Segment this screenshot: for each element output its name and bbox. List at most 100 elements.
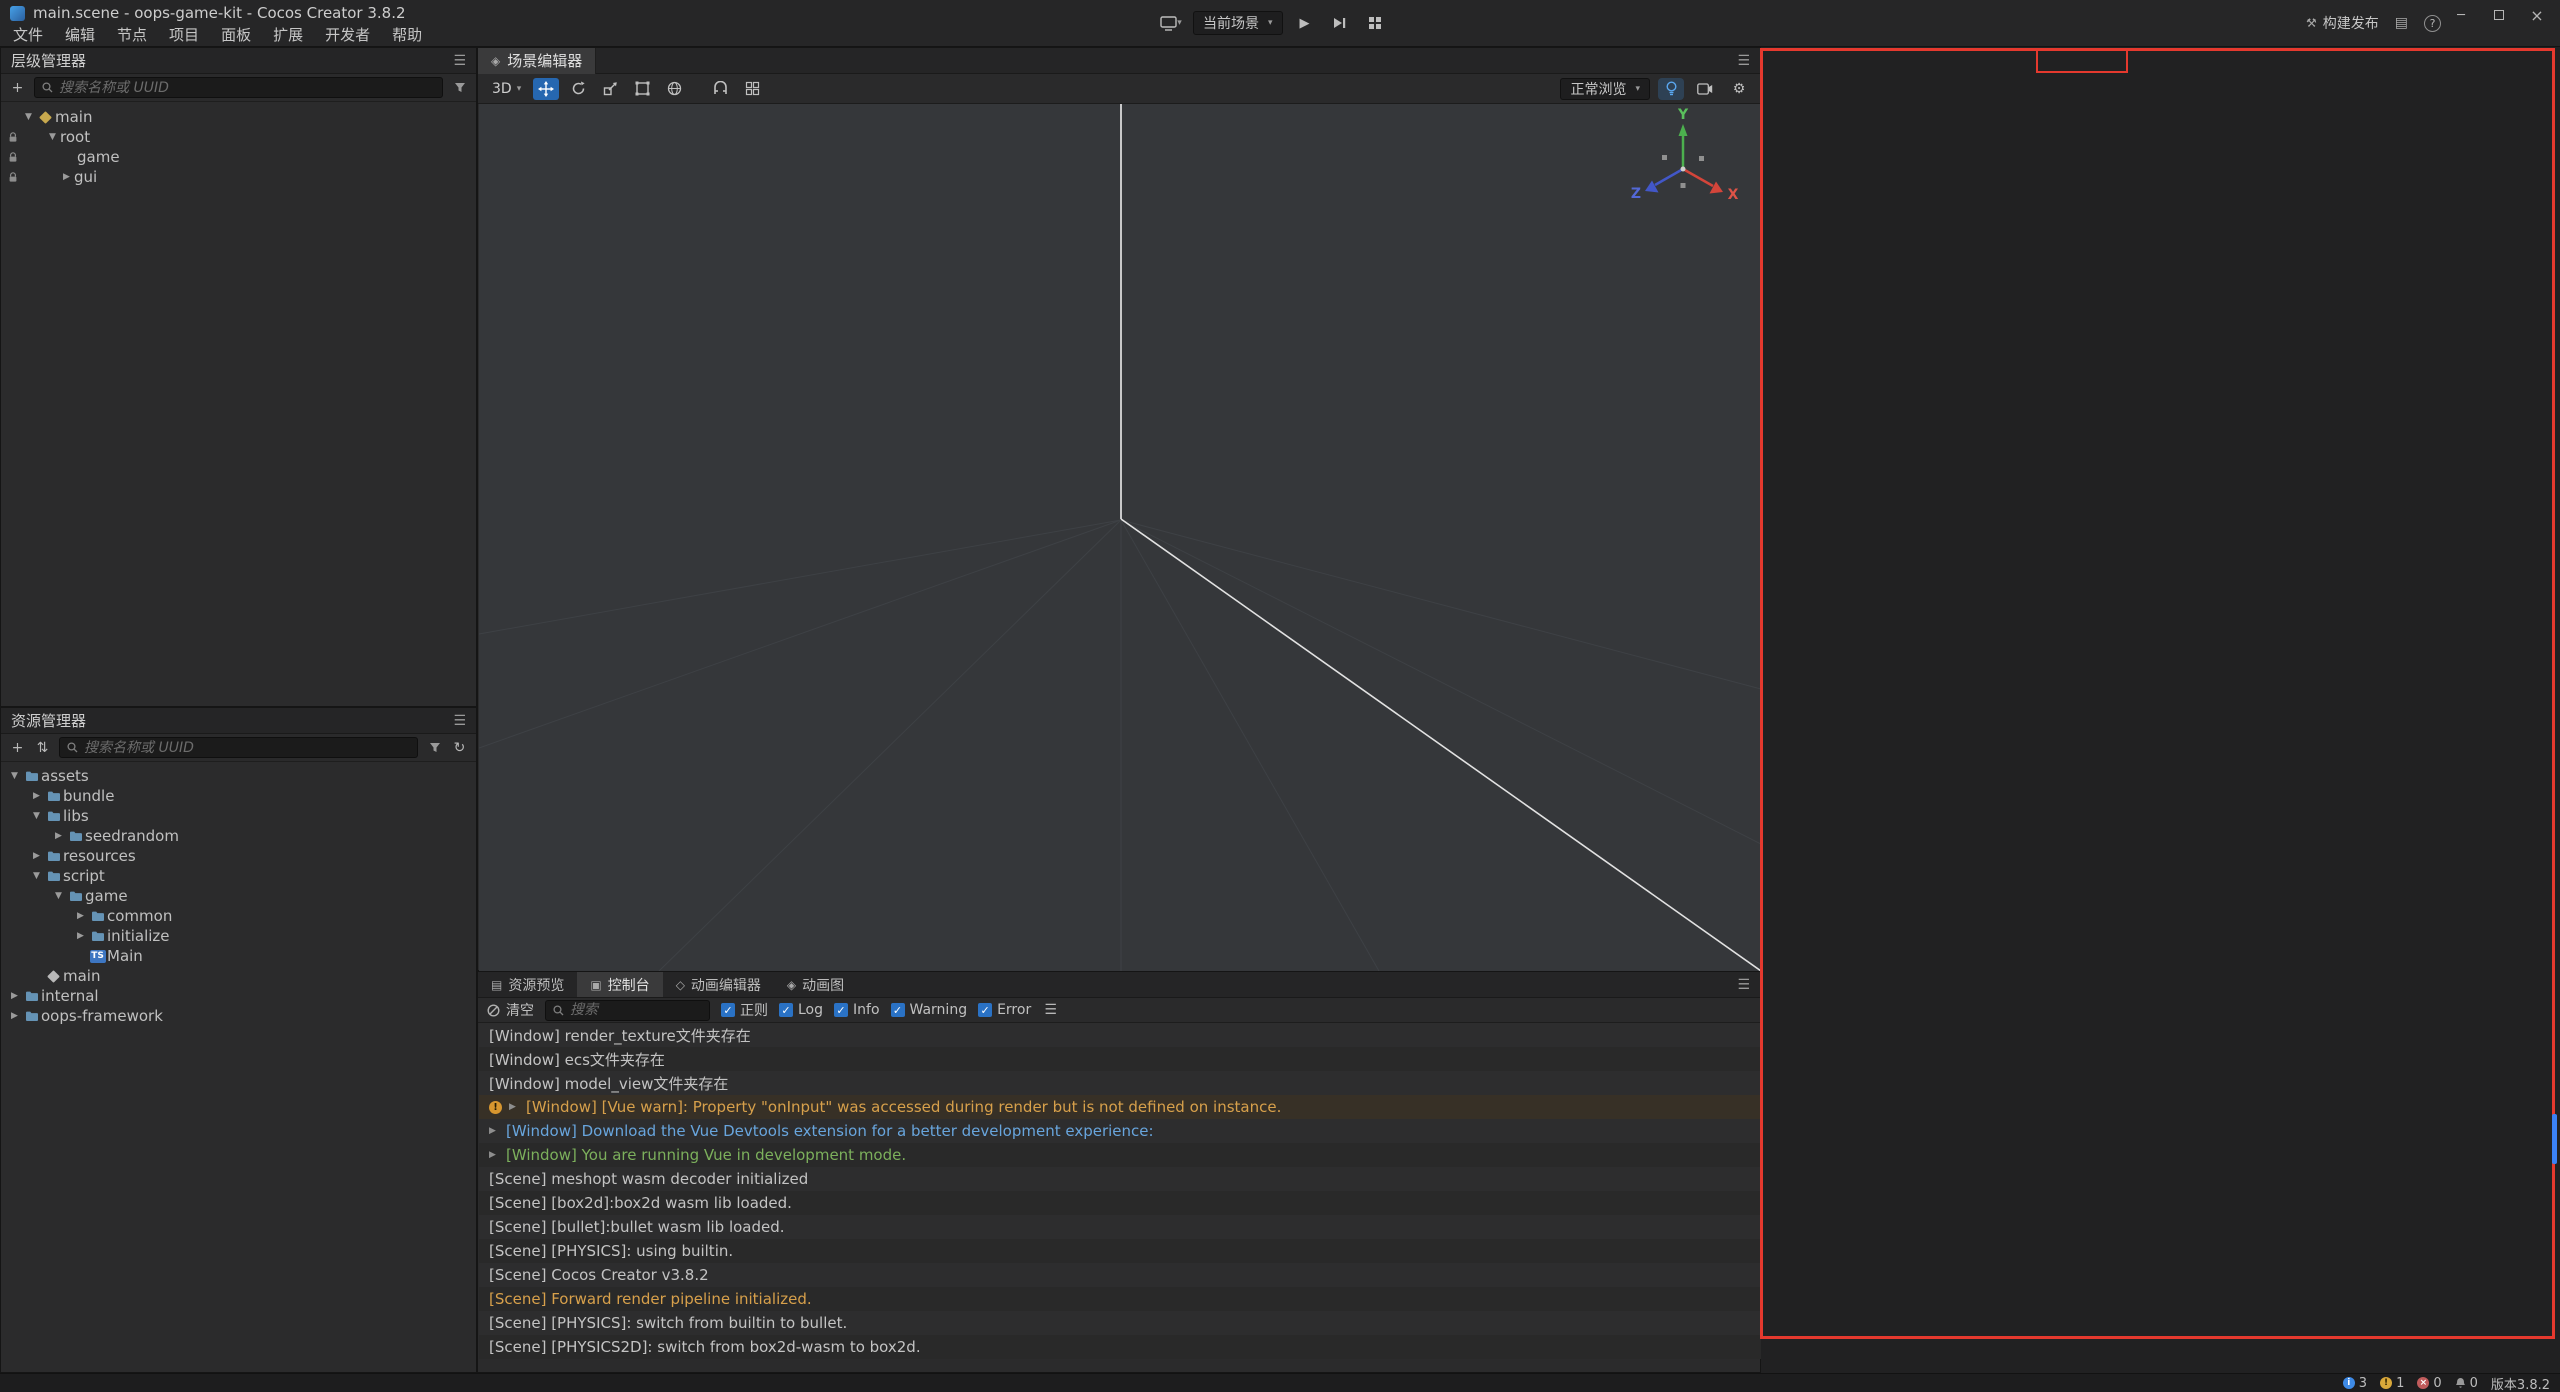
expand-arrow-icon[interactable]: ▶ — [509, 1102, 519, 1112]
filter-icon[interactable] — [451, 79, 468, 97]
layout-grid-icon[interactable] — [1362, 11, 1388, 35]
tree-node-gui[interactable]: ▶ gui — [1, 167, 476, 187]
expand-arrow-icon[interactable]: ▶ — [59, 172, 74, 182]
add-asset-button[interactable]: + — [9, 739, 26, 757]
asset-row-resources[interactable]: ▶ resources — [1, 846, 476, 866]
step-button[interactable] — [1327, 11, 1353, 35]
axis-gizmo[interactable]: Y X Z — [1631, 107, 1739, 203]
menu-file[interactable]: 文件 — [2, 22, 54, 47]
menu-extension[interactable]: 扩展 — [262, 22, 314, 47]
expand-arrow-icon[interactable]: ▶ — [29, 791, 44, 801]
asset-row-internal[interactable]: ▶ internal — [1, 986, 476, 1006]
minimize-button[interactable]: ─ — [2442, 0, 2480, 30]
warning-count[interactable]: !1 — [2380, 1376, 2404, 1391]
scrollbar-thumb[interactable] — [2552, 1114, 2557, 1164]
tab-animation-editor[interactable]: ◇动画编辑器 — [663, 972, 774, 997]
expand-arrow-icon[interactable]: ▼ — [7, 771, 22, 781]
rotate-tool-button[interactable] — [565, 78, 591, 100]
rect-tool-button[interactable] — [629, 78, 655, 100]
asset-row-script[interactable]: ▼ script — [1, 866, 476, 886]
help-icon[interactable]: ? — [2424, 15, 2441, 32]
snap-grid-button[interactable] — [739, 78, 765, 100]
console-search-input[interactable] — [570, 1002, 702, 1018]
scale-tool-button[interactable] — [597, 78, 623, 100]
console-line-warning[interactable]: ! ▶ [Window] [Vue warn]: Property "onInp… — [479, 1095, 1761, 1119]
snap-rotate-button[interactable] — [707, 78, 733, 100]
assets-search-input[interactable] — [84, 740, 410, 756]
tab-scene-editor[interactable]: ◈ 场景编辑器 — [478, 48, 596, 74]
asset-row-game[interactable]: ▼ game — [1, 886, 476, 906]
preview-target-button[interactable]: ▾ — [1158, 11, 1184, 35]
panel-menu-icon[interactable]: ☰ — [443, 713, 476, 729]
sort-icon[interactable]: ⇅ — [34, 739, 51, 757]
expand-arrow-icon[interactable]: ▼ — [29, 811, 44, 821]
console-line-link[interactable]: ▶ [Window] Download the Vue Devtools ext… — [479, 1119, 1761, 1143]
expand-arrow-icon[interactable]: ▶ — [73, 931, 88, 941]
filter-log-checkbox[interactable]: ✓Log — [779, 1002, 823, 1018]
panel-menu-icon[interactable]: ☰ — [1727, 53, 1760, 69]
asset-row-bundle[interactable]: ▶ bundle — [1, 786, 476, 806]
expand-arrow-icon[interactable]: ▶ — [73, 911, 88, 921]
filter-error-checkbox[interactable]: ✓Error — [978, 1002, 1031, 1018]
lock-icon[interactable] — [8, 132, 18, 143]
filter-info-checkbox[interactable]: ✓Info — [834, 1002, 880, 1018]
expand-arrow-icon[interactable]: ▶ — [489, 1150, 499, 1160]
scene-viewport[interactable]: Y X Z — [479, 104, 1761, 971]
collapse-logs-icon[interactable]: ☰ — [1042, 1001, 1059, 1019]
menu-help[interactable]: 帮助 — [381, 22, 433, 47]
tab-animation-graph[interactable]: ◈动画图 — [774, 972, 857, 997]
asset-row-libs[interactable]: ▼ libs — [1, 806, 476, 826]
gizmo-space-toggle-button[interactable] — [661, 78, 687, 100]
asset-row-main-ts[interactable]: TS Main — [1, 946, 476, 966]
view-mode-select[interactable]: 正常浏览 ▾ — [1560, 78, 1650, 100]
asset-row-main-scene[interactable]: main — [1, 966, 476, 986]
message-count[interactable]: i3 — [2343, 1376, 2367, 1391]
lock-icon[interactable] — [8, 152, 18, 163]
menu-developer[interactable]: 开发者 — [314, 22, 381, 47]
expand-arrow-icon[interactable]: ▼ — [21, 112, 36, 122]
expand-arrow-icon[interactable]: ▶ — [489, 1126, 499, 1136]
filter-icon[interactable] — [426, 739, 443, 757]
tree-node-main[interactable]: ▼ main — [1, 107, 476, 127]
expand-arrow-icon[interactable]: ▶ — [7, 991, 22, 1001]
expand-arrow-icon[interactable]: ▶ — [29, 851, 44, 861]
tab-asset-preview[interactable]: ▤资源预览 — [478, 972, 577, 997]
scene-gear-button[interactable]: ⚙ — [1726, 78, 1752, 100]
expand-arrow-icon[interactable]: ▶ — [51, 831, 66, 841]
build-publish-button[interactable]: ⚒ 构建发布 — [2306, 13, 2379, 33]
preview-logs-icon[interactable]: ▤ — [2395, 15, 2408, 31]
asset-row-seedrandom[interactable]: ▶ seedrandom — [1, 826, 476, 846]
move-tool-button[interactable] — [533, 78, 559, 100]
hierarchy-search-input[interactable] — [59, 80, 435, 96]
expand-arrow-icon[interactable]: ▼ — [51, 891, 66, 901]
clear-console-button[interactable]: 清空 — [487, 1000, 534, 1020]
panel-menu-icon[interactable]: ☰ — [1727, 977, 1760, 993]
expand-arrow-icon[interactable]: ▶ — [7, 1011, 22, 1021]
refresh-icon[interactable]: ↻ — [451, 739, 468, 757]
maximize-button[interactable] — [2480, 0, 2518, 30]
asset-row-initialize[interactable]: ▶ initialize — [1, 926, 476, 946]
asset-row-assets[interactable]: ▼ assets — [1, 766, 476, 786]
notification-count[interactable]: 0 — [2455, 1376, 2478, 1391]
scene-select[interactable]: 当前场景 ▾ — [1193, 11, 1283, 35]
panel-menu-icon[interactable]: ☰ — [443, 53, 476, 69]
asset-row-common[interactable]: ▶ common — [1, 906, 476, 926]
menu-project[interactable]: 项目 — [158, 22, 210, 47]
console-line-success[interactable]: ▶ [Window] You are running Vue in develo… — [479, 1143, 1761, 1167]
expand-arrow-icon[interactable]: ▼ — [29, 871, 44, 881]
error-count[interactable]: ×0 — [2417, 1376, 2441, 1391]
lock-icon[interactable] — [8, 172, 18, 183]
regex-checkbox[interactable]: ✓正则 — [721, 1000, 768, 1020]
filter-warning-checkbox[interactable]: ✓Warning — [891, 1002, 968, 1018]
menu-node[interactable]: 节点 — [106, 22, 158, 47]
add-node-button[interactable]: + — [9, 79, 26, 97]
asset-row-oops-framework[interactable]: ▶ oops-framework — [1, 1006, 476, 1026]
close-button[interactable]: × — [2518, 0, 2556, 30]
expand-arrow-icon[interactable]: ▼ — [45, 132, 60, 142]
play-button[interactable]: ▶ — [1292, 11, 1318, 35]
tree-node-game[interactable]: game — [1, 147, 476, 167]
tab-console[interactable]: ▣控制台 — [577, 972, 662, 997]
tree-node-root[interactable]: ▼ root — [1, 127, 476, 147]
lighting-toggle-button[interactable] — [1658, 78, 1684, 100]
menu-edit[interactable]: 编辑 — [54, 22, 106, 47]
